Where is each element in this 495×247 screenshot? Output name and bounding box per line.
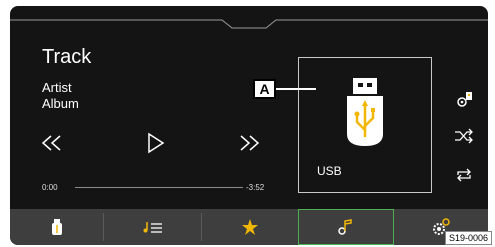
usb-stick-icon [347,78,383,146]
tab-favorites[interactable] [202,209,298,245]
elapsed-time: 0:00 [42,183,58,192]
previous-track-icon [41,135,61,151]
top-notch-line [10,19,488,29]
bottom-tab-bar [10,209,488,245]
source-label: USB [317,164,342,178]
shuffle-button[interactable] [454,128,474,144]
previous-track-button[interactable] [40,133,64,153]
artist-name: Artist [42,80,72,95]
favorites-star-icon [242,219,258,235]
figure-code: S19-0006 [445,231,493,245]
tab-music[interactable] [298,209,394,245]
next-track-icon [240,135,260,151]
usb-source-icon [51,219,62,235]
source-artwork[interactable]: USB [298,57,432,193]
repeat-icon [457,168,471,182]
progress-bar[interactable] [75,187,243,188]
infotainment-screen: Track Artist Album 0:00 -3:52 USB A [10,6,488,245]
remaining-time: -3:52 [246,183,265,192]
tab-usb-source[interactable] [10,209,103,245]
shuffle-icon [455,128,473,144]
playlist-icon [143,222,162,233]
music-note-icon [338,219,352,235]
next-track-button[interactable] [237,133,261,153]
track-title: Track [42,46,92,68]
tab-playlist[interactable] [104,209,201,245]
callout-leader-line [276,88,316,90]
album-name: Album [42,96,79,111]
audio-settings-button[interactable] [456,90,474,108]
play-button[interactable] [146,131,166,155]
play-icon [148,132,165,154]
audio-settings-icon [457,92,472,107]
repeat-button[interactable] [455,167,473,183]
callout-a: A [253,79,276,99]
